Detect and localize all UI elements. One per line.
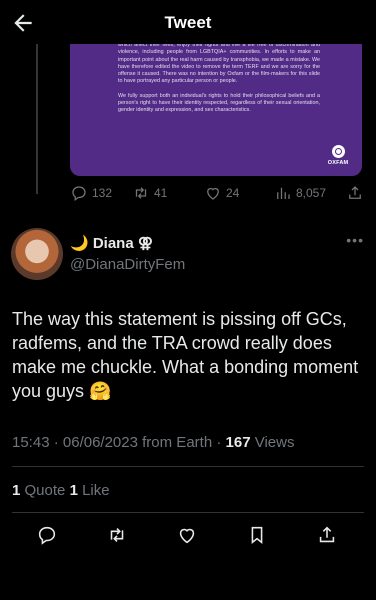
views-count-main: 167 — [225, 434, 251, 451]
bookmark-icon — [251, 526, 263, 544]
share-button[interactable] — [316, 524, 338, 546]
heart-icon — [207, 187, 219, 200]
views-count: 8,057 — [296, 186, 327, 200]
like-button[interactable] — [176, 524, 198, 546]
views-icon — [277, 187, 290, 199]
like-stat[interactable]: 24 — [204, 184, 239, 202]
retweet-count: 41 — [154, 186, 168, 200]
engagement-counts: 1 Quote 1 Like — [12, 482, 110, 499]
tweet-location: from Earth — [142, 434, 213, 451]
card-paragraph: which affect their lives, enjoy their ri… — [118, 42, 320, 85]
like-count: 24 — [226, 186, 240, 200]
thread-line — [36, 44, 38, 194]
share-icon — [349, 186, 361, 199]
retweet-button[interactable] — [106, 524, 128, 546]
heart-icon — [179, 528, 195, 544]
avatar[interactable] — [11, 228, 63, 280]
likes-label[interactable]: Like — [82, 482, 110, 499]
oxfam-logo-icon — [331, 145, 345, 158]
action-bar — [0, 524, 376, 552]
oxfam-logo: OXFAM — [326, 145, 350, 166]
reply-button[interactable] — [36, 524, 58, 546]
card-paragraph: We fully support both an individual's ri… — [118, 92, 320, 114]
views-label: Views — [254, 434, 295, 451]
reply-icon — [72, 186, 86, 202]
reply-icon — [38, 526, 56, 545]
retweet-icon — [135, 187, 147, 199]
share-icon — [319, 526, 335, 543]
top-bar: Tweet — [0, 0, 376, 44]
bookmark-button[interactable] — [246, 524, 268, 546]
divider — [12, 466, 364, 467]
reply-count: 132 — [92, 186, 113, 200]
share-stat[interactable] — [346, 184, 364, 202]
views-stat[interactable]: 8,057 — [274, 184, 326, 202]
quotes-label[interactable]: Quote — [25, 482, 66, 499]
quotes-count: 1 — [12, 482, 21, 499]
tweet-meta: 15:43 · 06/06/2023 from Earth · 167 View… — [12, 434, 295, 451]
retweet-icon — [110, 528, 124, 542]
tweet-date: 06/06/2023 — [62, 434, 138, 451]
author-name[interactable]: 🌙 Diana ⚢ — [70, 234, 153, 252]
tweet-text: The way this statement is pissing off GC… — [12, 309, 359, 401]
tweet-time: 15:43 — [12, 434, 50, 451]
card-text: which affect their lives, enjoy their ri… — [118, 42, 320, 115]
retweet-stat[interactable]: 41 — [132, 184, 167, 202]
quoted-media-card[interactable]: STATEMENT which affect their lives, enjo… — [70, 36, 362, 176]
page-title: Tweet — [164, 13, 212, 32]
more-options-icon[interactable]: ••• — [346, 232, 364, 248]
oxfam-logo-text: OXFAM — [327, 160, 349, 166]
quoted-stats-row: 132 41 24 8,057 — [70, 184, 366, 206]
divider — [12, 512, 364, 513]
author-handle[interactable]: @DianaDirtyFem — [70, 256, 185, 273]
reply-stat[interactable]: 132 — [70, 184, 112, 202]
likes-count: 1 — [69, 482, 78, 499]
